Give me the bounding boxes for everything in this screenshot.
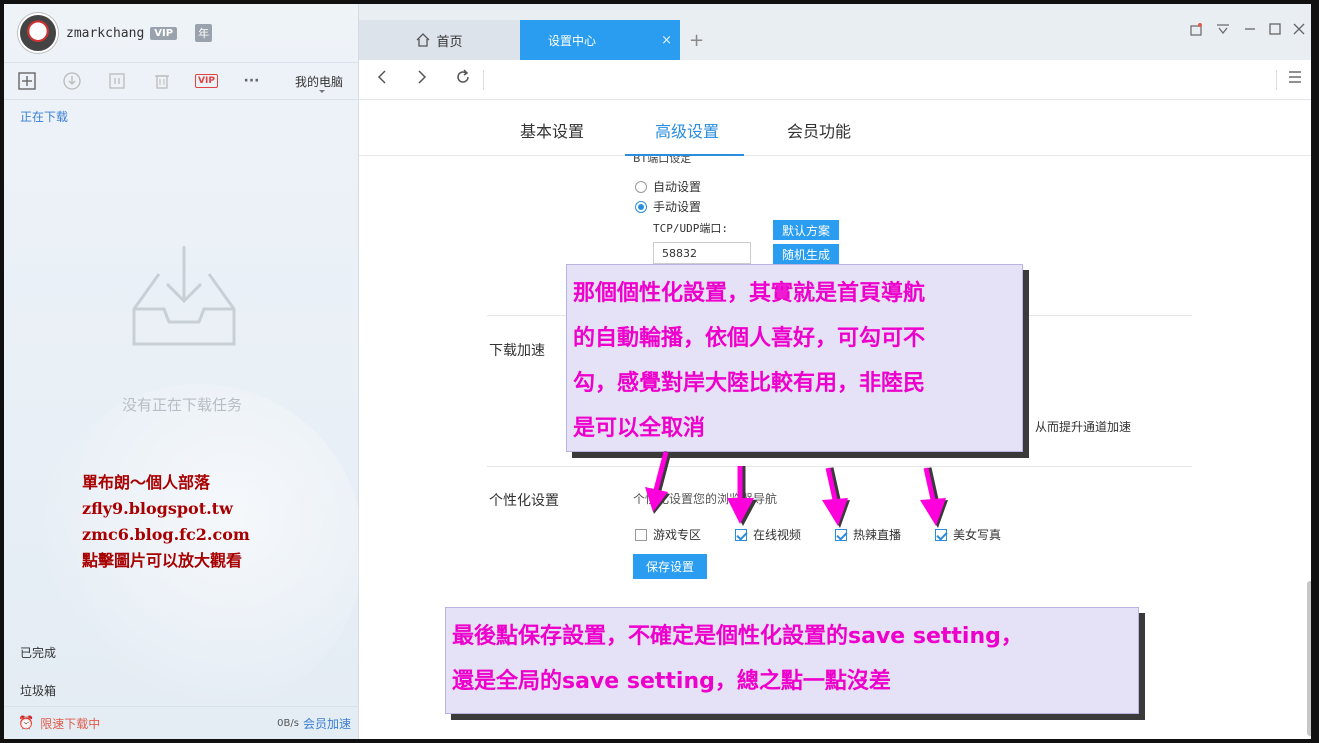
more-icon: ··· xyxy=(243,73,260,89)
nav-divider xyxy=(1276,70,1277,90)
user-bar: zmarkchang VIP 年 xyxy=(4,4,359,62)
navigation-bar xyxy=(359,60,1315,100)
option-label: 在线视频 xyxy=(753,528,802,542)
download-accel-label: 下载加速 xyxy=(489,343,545,359)
callout-line: 勾，感覺對岸大陸比較有用，非陸民 xyxy=(573,371,926,396)
blog-note-line: 點擊圖片可以放大觀看 xyxy=(82,551,243,570)
callout-line: 那個個性化設置，其實就是首頁導航 xyxy=(573,281,926,306)
alarm-icon: ⏰ xyxy=(18,715,35,731)
refresh-icon[interactable] xyxy=(454,68,472,91)
accel-description: 从而提升通道加速 xyxy=(1035,420,1132,434)
empty-message: 没有正在下载任务 xyxy=(122,396,243,414)
tab-basic-settings[interactable]: 基本设置 xyxy=(520,118,584,142)
speed-readout: 0B/s xyxy=(277,717,299,729)
add-icon xyxy=(17,72,36,90)
tab-member-features[interactable]: 会员功能 xyxy=(787,118,851,142)
app-window: zmarkchang VIP 年 VIP ··· 我的电脑 正在下载 没有正在下… xyxy=(0,0,1319,743)
close-window-icon[interactable] xyxy=(1292,22,1306,40)
sidebar: zmarkchang VIP 年 VIP ··· 我的电脑 正在下载 没有正在下… xyxy=(4,4,364,739)
download-icon xyxy=(62,72,81,90)
status-bar: ⏰ 限速下载中 0B/s 会员加速 xyxy=(4,706,359,739)
trash-icon xyxy=(154,75,169,89)
callout-line: 還是全局的save setting，總之點一點沒差 xyxy=(452,669,891,694)
annotation-callout: 那個個性化設置，其實就是首頁導航 的自動輪播，依個人喜好，可勾可不 勾，感覺對岸… xyxy=(566,264,1023,452)
new-tab-button[interactable]: + xyxy=(689,30,704,51)
username[interactable]: zmarkchang xyxy=(66,26,144,41)
port-label: TCP/UDP端口: xyxy=(653,222,728,235)
skin-icon[interactable] xyxy=(1189,22,1203,40)
browser-tab-bar: 首页 设置中心 × + xyxy=(359,4,1315,60)
option-label: 热辣直播 xyxy=(853,528,902,542)
default-scheme-button[interactable]: 默认方案 xyxy=(773,220,839,240)
settings-tabs: 基本设置 高级设置 会员功能 xyxy=(359,100,1315,156)
annotation-arrow-icon xyxy=(822,467,850,528)
start-button[interactable] xyxy=(49,62,94,100)
blog-note-line: 單布朗～個人部落 xyxy=(82,473,211,492)
delete-button[interactable] xyxy=(139,62,184,100)
random-generate-button[interactable]: 随机生成 xyxy=(773,244,839,264)
checkbox[interactable] xyxy=(635,528,647,541)
minimize-icon[interactable] xyxy=(1243,22,1257,40)
tab-advanced-settings[interactable]: 高级设置 xyxy=(655,118,719,142)
empty-inbox-icon xyxy=(132,246,236,346)
sidebar-item-completed[interactable]: 已完成 xyxy=(20,644,56,661)
new-task-button[interactable] xyxy=(4,62,49,100)
window-edge xyxy=(1311,0,1319,743)
download-toolbar: VIP ··· 我的电脑 xyxy=(4,62,359,100)
radio-manual-label: 手动设置 xyxy=(653,200,702,214)
member-accel-link[interactable]: 会员加速 xyxy=(303,715,351,732)
annotation-arrow-icon xyxy=(645,451,672,514)
annotation-arrow-icon xyxy=(920,467,948,528)
checkbox-checked[interactable] xyxy=(735,528,747,541)
radio-auto[interactable]: 自动设置 xyxy=(635,178,701,195)
tab-home[interactable]: 首页 xyxy=(359,20,520,60)
close-icon[interactable]: × xyxy=(661,33,672,48)
maximize-icon[interactable] xyxy=(1268,22,1282,40)
radio-button-selected[interactable] xyxy=(635,200,647,213)
avatar[interactable] xyxy=(18,13,58,53)
vip-toolbar-button[interactable]: VIP xyxy=(184,62,229,100)
year-badge[interactable]: 年 xyxy=(195,24,213,42)
vip-badge[interactable]: VIP xyxy=(150,26,178,40)
home-icon xyxy=(417,33,430,47)
menu-dropdown-icon[interactable] xyxy=(1216,22,1230,40)
nav-divider xyxy=(483,70,484,90)
option-game-zone[interactable]: 游戏专区 xyxy=(635,526,701,543)
tab-home-label: 首页 xyxy=(436,34,463,50)
option-label: 美女写真 xyxy=(953,528,1002,542)
vip-icon: VIP xyxy=(195,74,218,88)
forward-icon[interactable] xyxy=(415,68,429,91)
callout-line: 是可以全取消 xyxy=(573,416,706,441)
downloading-label[interactable]: 正在下载 xyxy=(20,108,68,125)
bt-port-title: BT端口设定 xyxy=(633,156,692,165)
port-input[interactable]: 58832 xyxy=(653,242,751,264)
callout-line: 的自動輪播，依個人喜好，可勾可不 xyxy=(573,326,926,351)
back-icon[interactable] xyxy=(375,68,389,91)
my-pc-dropdown[interactable]: 我的电脑 xyxy=(295,73,343,93)
callout-line: 最後點保存設置，不確定是個性化設置的save setting， xyxy=(452,624,1023,649)
personalization-label: 个性化设置 xyxy=(489,493,559,509)
blog-watermark-note: 單布朗～個人部落 zfly9.blogspot.tw zmc6.blog.fc2… xyxy=(82,470,250,574)
option-label: 游戏专区 xyxy=(653,528,702,542)
save-settings-button[interactable]: 保存设置 xyxy=(633,554,707,579)
radio-auto-label: 自动设置 xyxy=(653,180,702,194)
speed-limit-toggle[interactable]: 限速下载中 xyxy=(40,715,100,732)
blog-note-line: zfly9.blogspot.tw xyxy=(82,499,233,518)
annotation-callout: 最後點保存設置，不確定是個性化設置的save setting， 還是全局的sav… xyxy=(445,607,1139,714)
pause-button[interactable] xyxy=(94,62,139,100)
sidebar-item-trash[interactable]: 垃圾箱 xyxy=(20,682,56,699)
annotation-arrow-icon xyxy=(727,466,757,526)
pause-icon xyxy=(108,73,125,89)
tab-settings-label: 设置中心 xyxy=(548,33,597,48)
hamburger-menu-icon[interactable] xyxy=(1288,68,1302,91)
more-button[interactable]: ··· xyxy=(229,62,274,100)
radio-manual[interactable]: 手动设置 xyxy=(635,198,701,215)
radio-button[interactable] xyxy=(635,180,647,193)
blog-note-line: zmc6.blog.fc2.com xyxy=(82,525,250,544)
tab-settings[interactable]: 设置中心 × xyxy=(520,20,680,60)
